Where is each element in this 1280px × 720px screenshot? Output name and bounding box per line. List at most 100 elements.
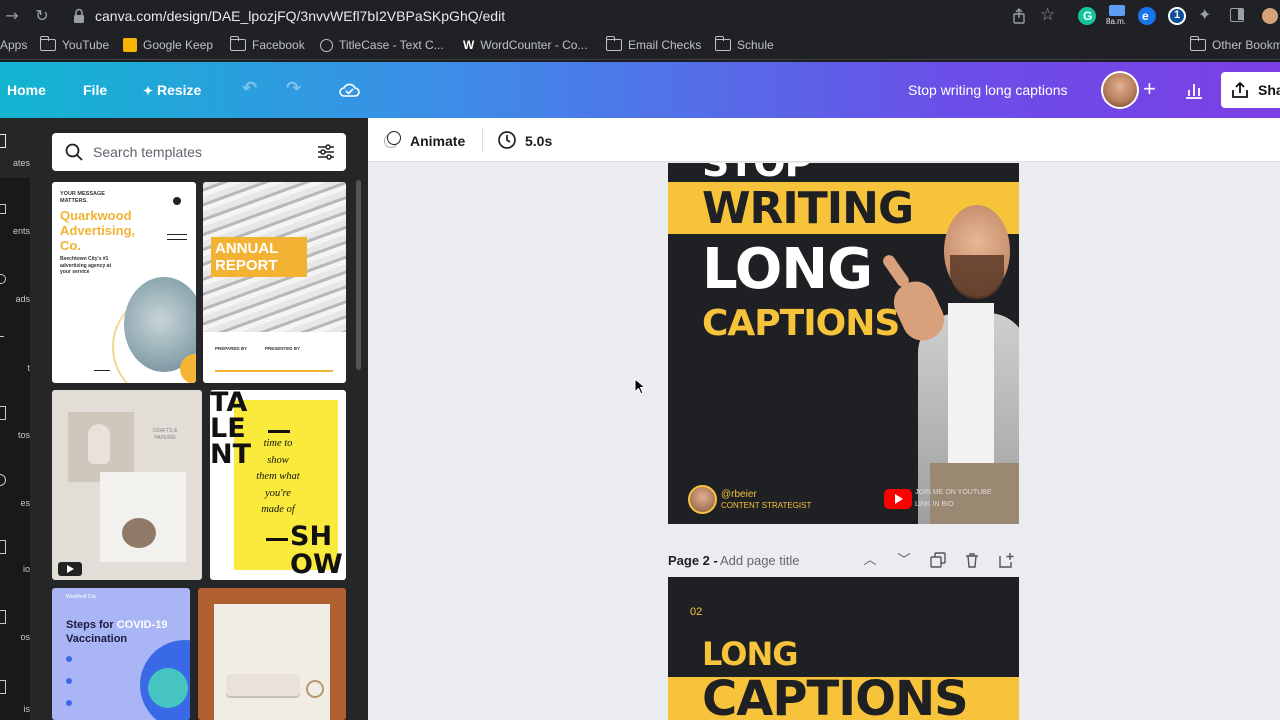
template-card-covid[interactable]: Westfield City Steps for COVID-19 Vaccina…: [52, 588, 190, 720]
resize-button[interactable]: ✦ Resize: [143, 82, 201, 98]
rail-label-text[interactable]: t: [0, 363, 30, 373]
decor-dot: [173, 197, 181, 205]
design-title[interactable]: Stop writing long captions: [908, 82, 1068, 98]
rail-label-videos[interactable]: os: [0, 632, 30, 642]
template-subtitle: Beechtown City's #1 advertising agency a…: [60, 256, 112, 275]
bullet-dot: [66, 700, 72, 706]
bookmark-label: Facebook: [252, 38, 305, 52]
template-card-talent[interactable]: TA LE NT time to show them what you're m…: [210, 390, 346, 580]
template-search-box[interactable]: Search templates: [52, 133, 346, 171]
template-label: PREPARED BY: [215, 346, 248, 351]
template-kicker: YOUR MESSAGE MATTERS.: [60, 191, 105, 204]
duplicate-page-icon[interactable]: [930, 552, 946, 568]
insights-chart-icon[interactable]: [1185, 81, 1203, 99]
password-manager-icon[interactable]: 1: [1168, 7, 1186, 25]
share-button[interactable]: Sha: [1221, 72, 1280, 108]
duration-button[interactable]: 5.0s: [525, 133, 552, 149]
headline-captions: CAPTIONS: [702, 303, 900, 344]
share-page-icon[interactable]: [1011, 8, 1027, 24]
animate-button[interactable]: Animate: [410, 133, 465, 149]
folder-icon: [39, 36, 56, 51]
file-menu-button[interactable]: File: [83, 82, 107, 98]
template-card-crafts-paperie[interactable]: CRAFTS & PAPERIE: [52, 390, 202, 580]
template-card-annual-report[interactable]: ANNUAL REPORT PREPARED BY PRESENTED BY: [203, 182, 346, 383]
decor-bar: [268, 430, 290, 433]
bookmark-youtube[interactable]: YouTube: [39, 36, 109, 52]
clock-icon[interactable]: [497, 130, 517, 150]
bookmark-label: Apps: [0, 38, 28, 52]
rail-label-audio[interactable]: io: [0, 564, 30, 574]
extensions-puzzle-icon[interactable]: ✦: [1198, 5, 1211, 24]
move-page-up-icon[interactable]: ︿: [862, 552, 878, 568]
template-title: ANNUAL REPORT: [211, 237, 307, 277]
bookmark-star-icon[interactable]: ☆: [1040, 5, 1055, 25]
uploads-icon: [0, 274, 6, 284]
panel-scrollbar[interactable]: [356, 180, 361, 370]
headline-writing: WRITING: [702, 183, 914, 234]
reload-icon[interactable]: ↻: [32, 6, 52, 26]
bookmark-wordcounter[interactable]: W WordCounter - Co...: [463, 38, 587, 52]
add-collaborator-icon[interactable]: +: [1143, 76, 1156, 102]
calendar-extension-icon[interactable]: 8a.m.: [1106, 4, 1128, 28]
bookmark-email-checks[interactable]: Email Checks: [605, 36, 702, 52]
rail-label-templates[interactable]: ates: [0, 158, 30, 168]
bullet-dot: [66, 678, 72, 684]
rail-label-elements[interactable]: ents: [0, 226, 30, 236]
template-hand-image: [148, 668, 188, 708]
side-panel-icon[interactable]: [1230, 8, 1244, 22]
rail-label-styles[interactable]: es: [0, 498, 30, 508]
rail-label-more[interactable]: is: [0, 704, 31, 714]
page-title-input[interactable]: Add page title: [720, 553, 800, 568]
address-bar-url[interactable]: canva.com/design/DAE_lpozjFQ/3nvvWEfl7bI…: [95, 8, 505, 24]
youtube-link-note: LINK IN BIO: [915, 501, 954, 508]
wordcounter-icon: W: [463, 38, 475, 52]
undo-icon[interactable]: ↶: [242, 78, 257, 99]
template-table-shape: [306, 680, 324, 698]
cloud-saved-icon[interactable]: [339, 81, 360, 98]
lock-icon[interactable]: [72, 8, 86, 24]
bookmark-apps[interactable]: Apps: [0, 38, 27, 52]
template-label: PRESENTED BY: [265, 346, 301, 351]
youtube-icon: [884, 489, 912, 509]
forward-icon[interactable]: →: [2, 6, 22, 26]
bookmark-label: Email Checks: [628, 38, 702, 52]
templates-panel: Search templates YOUR MESSAGE MATTERS. Q…: [30, 118, 368, 720]
redo-icon[interactable]: ↷: [286, 78, 301, 99]
design-page-1[interactable]: STOP WRITING LONG CAPTIONS @rbeier CONTE…: [668, 163, 1019, 524]
decor-line: [215, 370, 333, 372]
add-page-icon[interactable]: [998, 552, 1014, 568]
upload-icon: [1232, 81, 1248, 98]
filter-sliders-icon[interactable]: [317, 143, 335, 161]
resize-icon: ✦: [143, 84, 154, 98]
template-sofa-shape: [226, 674, 300, 696]
headline-long: LONG: [702, 635, 798, 673]
blue-extension-icon[interactable]: e: [1138, 7, 1156, 25]
bookmarks-bar: Apps YouTube Google Keep Facebook TitleC…: [0, 32, 1280, 60]
bookmark-facebook[interactable]: Facebook: [229, 36, 305, 52]
audio-icon: [0, 540, 6, 554]
bookmark-schule[interactable]: Schule: [714, 36, 774, 52]
bookmark-other[interactable]: Other Bookm: [1189, 36, 1280, 52]
rail-label-uploads[interactable]: ads: [0, 294, 30, 304]
bookmark-titlecase[interactable]: TitleCase - Text C...: [320, 38, 444, 52]
bookmark-label: Other Bookm: [1212, 38, 1280, 52]
search-input[interactable]: Search templates: [93, 144, 202, 160]
bookmark-google-keep[interactable]: Google Keep: [123, 38, 213, 52]
template-lamp-shape: [88, 424, 110, 464]
home-button[interactable]: Home: [7, 82, 46, 98]
design-page-2[interactable]: 02 LONG CAPTIONS: [668, 577, 1019, 720]
delete-page-icon[interactable]: [964, 552, 980, 568]
profile-avatar[interactable]: [1262, 8, 1278, 24]
page-2-label: Page 2 -: [668, 553, 718, 568]
collaborator-avatar[interactable]: [1101, 71, 1139, 109]
photos-icon: [0, 406, 6, 420]
rail-active-tab[interactable]: [0, 118, 30, 178]
rail-label-photos[interactable]: tos: [0, 430, 30, 440]
template-card-quarkwood[interactable]: YOUR MESSAGE MATTERS. Quarkwood Advertis…: [52, 182, 196, 383]
play-icon: [67, 565, 74, 573]
grammarly-extension-icon[interactable]: G: [1078, 7, 1096, 25]
move-page-down-icon[interactable]: ﹀: [896, 552, 912, 568]
author-role: CONTENT STRATEGIST: [721, 501, 812, 510]
template-card-interior[interactable]: [198, 588, 346, 720]
search-icon: [65, 143, 83, 161]
